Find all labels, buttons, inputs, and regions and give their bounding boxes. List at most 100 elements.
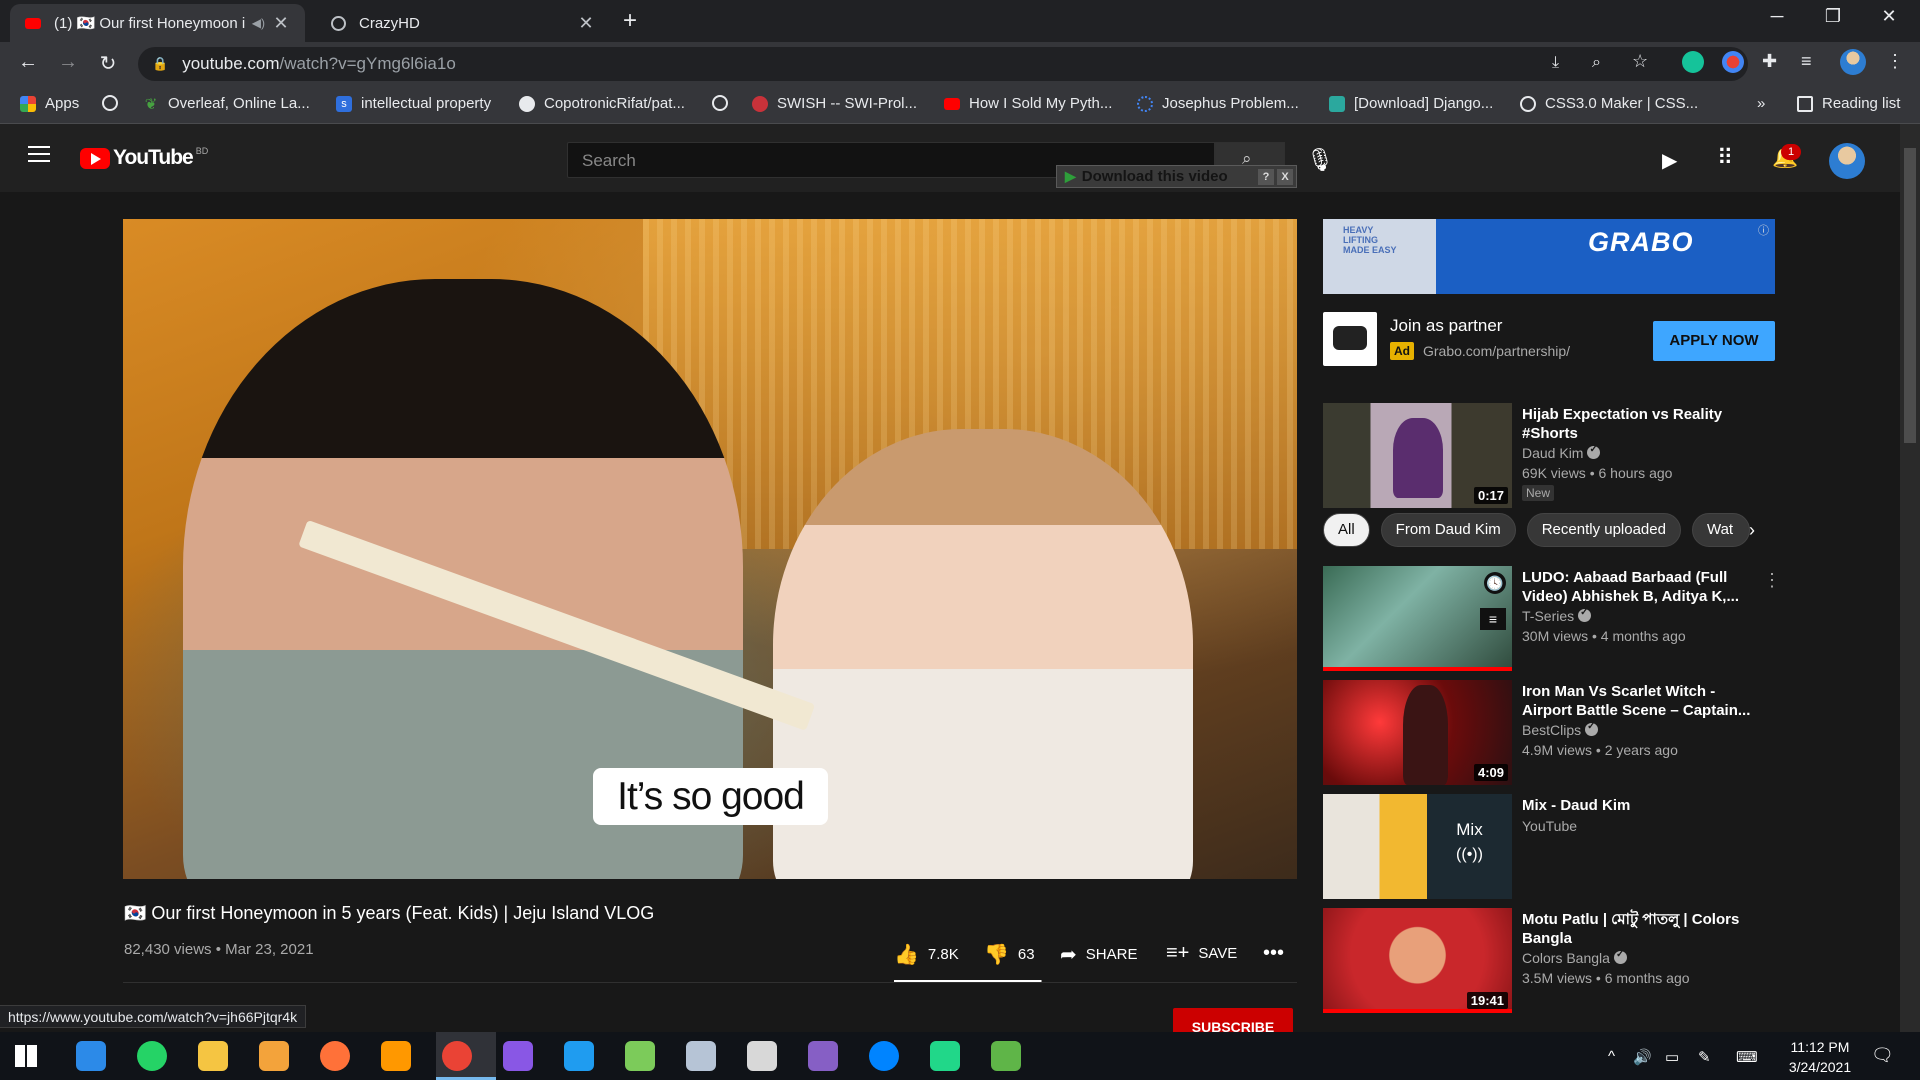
bookmark-github[interactable]: CopotronicRifat/pat... [519, 95, 685, 112]
chevron-right-icon[interactable]: › [1749, 520, 1755, 541]
bookmark-swish[interactable]: SWISH -- SWI-Prol... [752, 95, 917, 112]
github-desktop-icon[interactable] [503, 1041, 533, 1071]
recommendation-item[interactable]: 🕓 ≡ LUDO: Aabaad Barbaad (Full Video) Abh… [1323, 566, 1781, 671]
bookmark-django[interactable]: [Download] Django... [1329, 95, 1493, 112]
puzzle-extensions-icon[interactable]: ✚ [1762, 51, 1784, 73]
save-button[interactable]: ≡+ SAVE [1166, 942, 1237, 965]
messenger-icon[interactable] [869, 1041, 899, 1071]
download-close-button[interactable]: X [1277, 168, 1293, 185]
reading-list[interactable]: Reading list [1797, 95, 1900, 112]
like-button[interactable]: 👍 7.8K [894, 942, 959, 967]
more-options-icon[interactable]: ⋮ [1763, 570, 1781, 591]
cursor-tool-icon[interactable] [625, 1041, 655, 1071]
lock-icon[interactable]: 🔒 [152, 56, 168, 72]
youtube-logo[interactable]: YouTube BD [80, 146, 208, 170]
pycharm-icon[interactable] [930, 1041, 960, 1071]
bookmark-globe[interactable] [102, 95, 127, 111]
watch-progress-bar [1323, 667, 1512, 671]
whatsapp-icon[interactable] [137, 1041, 167, 1071]
firefox-icon[interactable] [320, 1041, 350, 1071]
bookmark-youtube-video[interactable]: How I Sold My Pyth... [944, 95, 1112, 112]
recommendation-item[interactable]: Mix ((•)) Mix - Daud Kim YouTube [1323, 794, 1775, 899]
reload-icon[interactable]: ↻ [94, 51, 122, 76]
chrome-icon[interactable] [442, 1041, 472, 1071]
show-hidden-icons-chevron[interactable]: ^ [1608, 1048, 1615, 1065]
bookmark-overleaf[interactable]: ❦ Overleaf, Online La... [143, 95, 310, 113]
share-arrow-icon: ➦ [1060, 944, 1077, 966]
notification-center-icon[interactable]: 🗨 [1871, 1045, 1894, 1066]
taskbar-clock[interactable]: 11:12 PM 3/24/2021 [1770, 1037, 1870, 1077]
network-icon[interactable]: ▭ [1665, 1048, 1679, 1066]
file-explorer-icon[interactable] [198, 1041, 228, 1071]
bookmark-josephus[interactable]: Josephus Problem... [1137, 95, 1299, 112]
ad-banner[interactable]: HEAVY LIFTING MADE EASY GRABO ⓘ [1323, 219, 1775, 294]
ad-card[interactable]: Join as partner Ad Grabo.com/partnership… [1323, 312, 1775, 367]
scrollbar-thumb[interactable] [1904, 148, 1916, 443]
inkscape-icon[interactable] [747, 1041, 777, 1071]
bookmarks-overflow-chevron[interactable]: » [1757, 95, 1765, 112]
more-actions-icon[interactable]: ••• [1263, 942, 1284, 965]
install-app-icon[interactable]: ⤓ [1552, 54, 1559, 72]
bookmark-apps[interactable]: Apps [20, 95, 79, 112]
forward-arrow-icon[interactable]: → [54, 51, 82, 74]
profile-avatar[interactable] [1840, 49, 1866, 75]
watch-later-clock-icon[interactable]: 🕓 [1484, 572, 1506, 594]
security-icon[interactable] [259, 1041, 289, 1071]
download-help-button[interactable]: ? [1258, 168, 1274, 185]
pen-icon[interactable]: ✎ [1698, 1048, 1711, 1066]
create-video-icon[interactable]: ▶ [1662, 148, 1677, 173]
bookmark-css-maker[interactable]: CSS3.0 Maker | CSS... [1520, 95, 1698, 112]
close-window-icon[interactable]: ✕ [1866, 6, 1912, 27]
close-tab-icon[interactable]: ✕ [576, 13, 596, 34]
close-tab-icon[interactable]: ✕ [271, 13, 291, 34]
back-arrow-icon[interactable]: ← [14, 51, 42, 74]
restore-window-icon[interactable]: ❐ [1810, 6, 1856, 27]
weather-icon[interactable] [686, 1041, 716, 1071]
account-avatar[interactable] [1829, 143, 1865, 179]
zoom-icon[interactable]: ⌕ [1592, 54, 1601, 72]
youtube-wordmark: YouTube [113, 146, 194, 169]
video-thumbnail: Mix ((•)) [1323, 794, 1512, 899]
media-control-icon[interactable]: ≡ [1801, 51, 1823, 73]
ad-info-icon[interactable]: ⓘ [1758, 222, 1769, 238]
sublime-icon[interactable] [381, 1041, 411, 1071]
address-bar[interactable]: 🔒 youtube.com/watch?v=gYmg6l6ia1o [138, 47, 1748, 81]
windows-start-icon[interactable] [15, 1045, 37, 1067]
extension-icon[interactable] [1722, 51, 1744, 73]
apply-now-button[interactable]: APPLY NOW [1653, 321, 1775, 361]
speaker-volume-icon[interactable]: 🔊 [1633, 1048, 1652, 1066]
visual-studio-icon[interactable] [808, 1041, 838, 1071]
chip-recently-uploaded[interactable]: Recently uploaded [1526, 513, 1681, 547]
video-player[interactable]: It’s so good [123, 219, 1297, 879]
chip-from-channel[interactable]: From Daud Kim [1380, 513, 1516, 547]
recommendation-item[interactable]: 0:17 Hijab Expectation vs Reality #Short… [1323, 403, 1775, 508]
browser-menu-icon[interactable]: ⋮ [1884, 51, 1906, 73]
download-video-bar[interactable]: ▶ Download this video ? X [1056, 165, 1297, 188]
share-button[interactable]: ➦ SHARE [1060, 942, 1137, 967]
chip-watched[interactable]: Wat [1691, 513, 1750, 547]
notepad-icon[interactable] [991, 1041, 1021, 1071]
apps-grid-icon[interactable]: ⠿ [1717, 145, 1733, 171]
minimize-window-icon[interactable]: ─ [1754, 6, 1800, 27]
recommendation-meta: 69K views • 6 hours ago [1522, 465, 1673, 481]
youtube-header: YouTube BD Search ⌕ ▶ Download this vide… [0, 124, 1900, 192]
tab-youtube[interactable]: (1) 🇰🇷 Our first Honeymoon in 5 years ◀)… [10, 4, 305, 42]
microphone-icon[interactable]: 🎙 [1306, 147, 1334, 173]
edge-refresh-icon[interactable] [76, 1041, 106, 1071]
vscode-icon[interactable] [564, 1041, 594, 1071]
country-code: BD [195, 146, 209, 156]
hamburger-menu-icon[interactable] [28, 146, 50, 162]
channel-name: Colors Bangla [1522, 949, 1627, 966]
bookmark-star-icon[interactable]: ☆ [1632, 51, 1648, 72]
bookmark-intellectual-property[interactable]: s intellectual property [336, 95, 491, 112]
tab-crazyhd[interactable]: CrazyHD ✕ [315, 4, 610, 42]
chip-all[interactable]: All [1323, 513, 1370, 547]
bookmark-globe-2[interactable] [712, 95, 737, 111]
grammarly-extension-icon[interactable] [1682, 51, 1704, 73]
recommendation-item[interactable]: 19:41 Motu Patlu | মোটু পাতলু | Colors B… [1323, 908, 1775, 1013]
keyboard-icon[interactable]: ⌨ [1736, 1048, 1758, 1066]
add-to-queue-icon[interactable]: ≡ [1480, 608, 1506, 630]
dislike-button[interactable]: 👎 63 [984, 942, 1035, 967]
new-tab-plus-icon[interactable]: + [623, 7, 637, 35]
recommendation-item[interactable]: 4:09 Iron Man Vs Scarlet Witch - Airport… [1323, 680, 1775, 785]
